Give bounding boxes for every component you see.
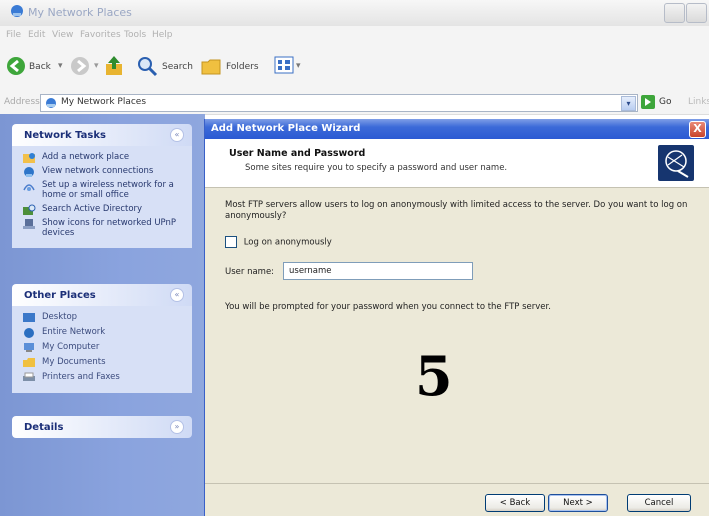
forward-dropdown-icon[interactable]: ▾ — [94, 61, 99, 71]
username-input[interactable] — [283, 262, 473, 280]
add-network-place-wizard: Add Network Place Wizard X User Name and… — [204, 119, 709, 516]
go-arrow-icon[interactable] — [641, 95, 655, 109]
wizard-title-bar: Add Network Place Wizard X — [205, 119, 709, 139]
network-places-icon — [11, 5, 23, 17]
wizard-body: Most FTP servers allow users to log on a… — [205, 188, 709, 478]
password-prompt-text: You will be prompted for your password w… — [225, 302, 551, 312]
details-title: Details — [24, 422, 64, 433]
network-tasks-list: Add a network place View network connect… — [12, 146, 192, 248]
task-pane: Network Tasks « Add a network place View… — [0, 114, 205, 516]
cancel-button[interactable]: Cancel — [627, 494, 691, 512]
network-connections-icon — [24, 167, 34, 177]
menu-bar: File Edit View Favorites Tools Help — [0, 26, 709, 46]
title-bar: My Network Places — [0, 0, 709, 26]
back-button[interactable]: < Back — [485, 494, 545, 512]
other-places-header[interactable]: Other Places « — [12, 284, 192, 306]
menu-edit[interactable]: Edit — [28, 30, 45, 40]
details-header[interactable]: Details » — [12, 416, 192, 438]
add-network-place-icon — [23, 153, 35, 163]
search-button-label[interactable]: Search — [162, 62, 193, 72]
desktop-icon — [23, 313, 35, 322]
wizard-header: User Name and Password Some sites requir… — [205, 139, 709, 188]
back-arrow-icon[interactable] — [6, 56, 26, 76]
place-my-documents[interactable]: My Documents — [22, 357, 184, 368]
anonymous-checkbox[interactable] — [225, 236, 237, 248]
address-field[interactable]: My Network Places ▾ — [40, 94, 638, 112]
search-icon[interactable] — [136, 55, 158, 77]
back-button-label[interactable]: Back — [29, 62, 51, 72]
address-label: Address — [4, 97, 40, 107]
network-tasks-panel: Network Tasks « Add a network place View… — [12, 124, 192, 248]
up-folder-icon[interactable] — [104, 55, 124, 77]
next-button[interactable]: Next > — [548, 494, 608, 512]
network-tasks-title: Network Tasks — [24, 130, 106, 141]
task-add-network-place[interactable]: Add a network place — [22, 152, 184, 163]
folders-button-label[interactable]: Folders — [226, 62, 259, 72]
place-printers-faxes[interactable]: Printers and Faxes — [22, 372, 184, 383]
anonymous-checkbox-label[interactable]: Log on anonymously — [244, 238, 332, 248]
upnp-devices-icon — [23, 219, 35, 229]
minimize-button[interactable] — [664, 3, 685, 23]
menu-file[interactable]: File — [6, 30, 21, 40]
menu-help[interactable]: Help — [152, 30, 173, 40]
forward-arrow-icon[interactable] — [70, 56, 90, 76]
wireless-network-icon — [23, 184, 35, 191]
other-places-title: Other Places — [24, 290, 96, 301]
details-panel: Details » — [12, 416, 192, 438]
links-label[interactable]: Links — [688, 97, 709, 107]
folders-icon[interactable] — [200, 56, 222, 76]
maximize-button[interactable] — [686, 3, 707, 23]
go-button-label[interactable]: Go — [659, 97, 671, 107]
step-number: 5 — [415, 344, 453, 408]
other-places-panel: Other Places « Desktop Entire Network My… — [12, 284, 192, 393]
close-button[interactable]: X — [689, 121, 706, 138]
collapse-chevron-icon[interactable]: « — [170, 128, 184, 142]
entire-network-icon — [24, 328, 34, 338]
network-place-globe-icon — [665, 150, 689, 178]
address-dropdown-icon[interactable]: ▾ — [621, 96, 636, 111]
wizard-header-title: User Name and Password — [229, 148, 366, 159]
menu-tools[interactable]: Tools — [124, 30, 146, 40]
place-desktop[interactable]: Desktop — [22, 312, 184, 323]
network-places-small-icon — [46, 98, 56, 108]
other-places-list: Desktop Entire Network My Computer My Do… — [12, 306, 192, 393]
my-documents-icon — [23, 358, 35, 367]
views-icon[interactable] — [274, 56, 294, 74]
wizard-footer: < Back Next > Cancel — [205, 483, 709, 517]
place-my-computer[interactable]: My Computer — [22, 342, 184, 353]
menu-view[interactable]: View — [52, 30, 73, 40]
printers-faxes-icon — [23, 372, 35, 381]
task-search-active-directory[interactable]: Search Active Directory — [22, 204, 184, 215]
network-tasks-header[interactable]: Network Tasks « — [12, 124, 192, 146]
active-directory-icon — [23, 204, 36, 215]
menu-favorites[interactable]: Favorites — [80, 30, 121, 40]
task-setup-wireless[interactable]: Set up a wireless network for a home or … — [22, 180, 184, 200]
task-view-network-connections[interactable]: View network connections — [22, 166, 184, 177]
anonymous-question-text: Most FTP servers allow users to log on a… — [225, 200, 688, 221]
wizard-title: Add Network Place Wizard — [211, 123, 361, 134]
window-title: My Network Places — [28, 6, 132, 19]
wizard-graphic — [658, 145, 694, 181]
task-show-upnp-icons[interactable]: Show icons for networked UPnP devices — [22, 218, 184, 238]
username-label: User name: — [225, 267, 275, 277]
collapse-chevron-icon[interactable]: « — [170, 288, 184, 302]
back-dropdown-icon[interactable]: ▾ — [58, 61, 63, 71]
anonymous-checkbox-row[interactable]: Log on anonymously — [225, 236, 332, 248]
place-entire-network[interactable]: Entire Network — [22, 327, 184, 338]
toolbar: Back ▾ ▾ Search Folders ▾ — [0, 46, 709, 90]
expand-chevron-icon[interactable]: » — [170, 420, 184, 434]
address-bar: Address My Network Places ▾ Go Links — [0, 90, 709, 115]
views-dropdown-icon[interactable]: ▾ — [296, 61, 301, 71]
my-computer-icon — [24, 343, 34, 352]
wizard-header-subtitle: Some sites require you to specify a pass… — [245, 163, 508, 173]
address-value: My Network Places — [61, 97, 147, 107]
